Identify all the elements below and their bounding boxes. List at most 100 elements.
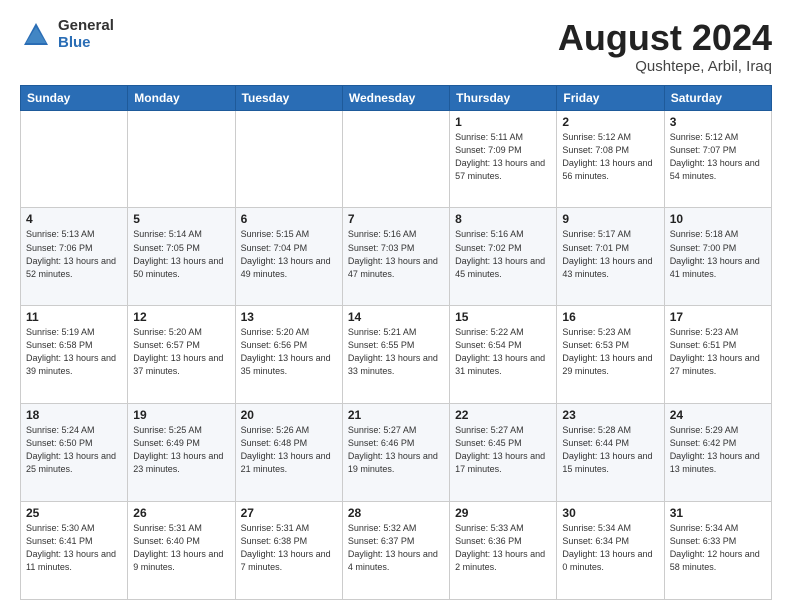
day-number: 2 <box>562 115 658 129</box>
day-cell-25: 25 Sunrise: 5:30 AM Sunset: 6:41 PM Dayli… <box>21 502 128 600</box>
day-content: Sunrise: 5:19 AM Sunset: 6:58 PM Dayligh… <box>26 326 122 378</box>
day-number: 13 <box>241 310 337 324</box>
day-number: 7 <box>348 212 444 226</box>
day-cell-27: 27 Sunrise: 5:31 AM Sunset: 6:38 PM Dayli… <box>235 502 342 600</box>
day-content: Sunrise: 5:23 AM Sunset: 6:53 PM Dayligh… <box>562 326 658 378</box>
day-content: Sunrise: 5:28 AM Sunset: 6:44 PM Dayligh… <box>562 424 658 476</box>
day-content: Sunrise: 5:14 AM Sunset: 7:05 PM Dayligh… <box>133 228 229 280</box>
day-content: Sunrise: 5:11 AM Sunset: 7:09 PM Dayligh… <box>455 131 551 183</box>
day-number: 15 <box>455 310 551 324</box>
header-cell-monday: Monday <box>128 85 235 110</box>
day-cell-empty <box>128 110 235 208</box>
day-number: 29 <box>455 506 551 520</box>
header-cell-thursday: Thursday <box>450 85 557 110</box>
header: General Blue August 2024 Qushtepe, Arbil… <box>20 18 772 75</box>
day-number: 30 <box>562 506 658 520</box>
day-number: 27 <box>241 506 337 520</box>
day-content: Sunrise: 5:20 AM Sunset: 6:56 PM Dayligh… <box>241 326 337 378</box>
day-content: Sunrise: 5:12 AM Sunset: 7:08 PM Dayligh… <box>562 131 658 183</box>
day-number: 11 <box>26 310 122 324</box>
day-content: Sunrise: 5:16 AM Sunset: 7:02 PM Dayligh… <box>455 228 551 280</box>
day-cell-17: 17 Sunrise: 5:23 AM Sunset: 6:51 PM Dayli… <box>664 306 771 404</box>
day-cell-24: 24Sunrise: 5:29 AM Sunset: 6:42 PM Dayli… <box>664 404 771 502</box>
day-number: 14 <box>348 310 444 324</box>
header-cell-wednesday: Wednesday <box>342 85 449 110</box>
day-content: Sunrise: 5:30 AM Sunset: 6:41 PM Dayligh… <box>26 522 122 574</box>
day-cell-5: 5 Sunrise: 5:14 AM Sunset: 7:05 PM Daylig… <box>128 208 235 306</box>
day-number: 4 <box>26 212 122 226</box>
day-cell-23: 23 Sunrise: 5:28 AM Sunset: 6:44 PM Dayli… <box>557 404 664 502</box>
day-cell-28: 28Sunrise: 5:32 AM Sunset: 6:37 PM Dayli… <box>342 502 449 600</box>
day-number: 21 <box>348 408 444 422</box>
day-content: Sunrise: 5:24 AM Sunset: 6:50 PM Dayligh… <box>26 424 122 476</box>
header-row: SundayMondayTuesdayWednesdayThursdayFrid… <box>21 85 772 110</box>
day-cell-22: 22 Sunrise: 5:27 AM Sunset: 6:45 PM Dayli… <box>450 404 557 502</box>
day-cell-30: 30 Sunrise: 5:34 AM Sunset: 6:34 PM Dayli… <box>557 502 664 600</box>
day-content: Sunrise: 5:26 AM Sunset: 6:48 PM Dayligh… <box>241 424 337 476</box>
day-content: Sunrise: 5:16 AM Sunset: 7:03 PM Dayligh… <box>348 228 444 280</box>
page: General Blue August 2024 Qushtepe, Arbil… <box>0 0 792 612</box>
week-row-2: 11 Sunrise: 5:19 AM Sunset: 6:58 PM Dayli… <box>21 306 772 404</box>
day-number: 24 <box>670 408 766 422</box>
day-content: Sunrise: 5:31 AM Sunset: 6:40 PM Dayligh… <box>133 522 229 574</box>
day-content: Sunrise: 5:34 AM Sunset: 6:33 PM Dayligh… <box>670 522 766 574</box>
logo: General Blue <box>20 18 114 51</box>
day-number: 18 <box>26 408 122 422</box>
day-content: Sunrise: 5:18 AM Sunset: 7:00 PM Dayligh… <box>670 228 766 280</box>
day-cell-21: 21Sunrise: 5:27 AM Sunset: 6:46 PM Dayli… <box>342 404 449 502</box>
week-row-1: 4Sunrise: 5:13 AM Sunset: 7:06 PM Daylig… <box>21 208 772 306</box>
day-cell-empty <box>235 110 342 208</box>
day-content: Sunrise: 5:33 AM Sunset: 6:36 PM Dayligh… <box>455 522 551 574</box>
day-number: 20 <box>241 408 337 422</box>
day-cell-26: 26 Sunrise: 5:31 AM Sunset: 6:40 PM Dayli… <box>128 502 235 600</box>
day-cell-13: 13 Sunrise: 5:20 AM Sunset: 6:56 PM Dayli… <box>235 306 342 404</box>
day-cell-8: 8 Sunrise: 5:16 AM Sunset: 7:02 PM Daylig… <box>450 208 557 306</box>
day-cell-29: 29 Sunrise: 5:33 AM Sunset: 6:36 PM Dayli… <box>450 502 557 600</box>
day-number: 3 <box>670 115 766 129</box>
day-number: 28 <box>348 506 444 520</box>
day-number: 23 <box>562 408 658 422</box>
day-number: 6 <box>241 212 337 226</box>
day-content: Sunrise: 5:31 AM Sunset: 6:38 PM Dayligh… <box>241 522 337 574</box>
day-cell-6: 6 Sunrise: 5:15 AM Sunset: 7:04 PM Daylig… <box>235 208 342 306</box>
day-number: 16 <box>562 310 658 324</box>
day-number: 25 <box>26 506 122 520</box>
day-number: 10 <box>670 212 766 226</box>
day-content: Sunrise: 5:15 AM Sunset: 7:04 PM Dayligh… <box>241 228 337 280</box>
day-number: 17 <box>670 310 766 324</box>
title-location: Qushtepe, Arbil, Iraq <box>558 58 772 75</box>
day-number: 19 <box>133 408 229 422</box>
calendar-body: 1Sunrise: 5:11 AM Sunset: 7:09 PM Daylig… <box>21 110 772 599</box>
day-cell-18: 18 Sunrise: 5:24 AM Sunset: 6:50 PM Dayli… <box>21 404 128 502</box>
day-cell-12: 12Sunrise: 5:20 AM Sunset: 6:57 PM Dayli… <box>128 306 235 404</box>
day-content: Sunrise: 5:34 AM Sunset: 6:34 PM Dayligh… <box>562 522 658 574</box>
day-number: 5 <box>133 212 229 226</box>
day-content: Sunrise: 5:27 AM Sunset: 6:45 PM Dayligh… <box>455 424 551 476</box>
day-cell-2: 2 Sunrise: 5:12 AM Sunset: 7:08 PM Daylig… <box>557 110 664 208</box>
calendar-table: SundayMondayTuesdayWednesdayThursdayFrid… <box>20 85 772 600</box>
day-content: Sunrise: 5:25 AM Sunset: 6:49 PM Dayligh… <box>133 424 229 476</box>
day-content: Sunrise: 5:23 AM Sunset: 6:51 PM Dayligh… <box>670 326 766 378</box>
day-content: Sunrise: 5:17 AM Sunset: 7:01 PM Dayligh… <box>562 228 658 280</box>
logo-text: General Blue <box>58 18 114 51</box>
header-cell-sunday: Sunday <box>21 85 128 110</box>
day-cell-empty <box>342 110 449 208</box>
day-cell-11: 11 Sunrise: 5:19 AM Sunset: 6:58 PM Dayli… <box>21 306 128 404</box>
week-row-0: 1Sunrise: 5:11 AM Sunset: 7:09 PM Daylig… <box>21 110 772 208</box>
day-cell-10: 10 Sunrise: 5:18 AM Sunset: 7:00 PM Dayli… <box>664 208 771 306</box>
day-content: Sunrise: 5:12 AM Sunset: 7:07 PM Dayligh… <box>670 131 766 183</box>
header-cell-tuesday: Tuesday <box>235 85 342 110</box>
logo-general-text: General <box>58 18 114 35</box>
day-number: 26 <box>133 506 229 520</box>
day-content: Sunrise: 5:22 AM Sunset: 6:54 PM Dayligh… <box>455 326 551 378</box>
day-number: 8 <box>455 212 551 226</box>
day-number: 31 <box>670 506 766 520</box>
header-cell-saturday: Saturday <box>664 85 771 110</box>
day-cell-16: 16 Sunrise: 5:23 AM Sunset: 6:53 PM Dayli… <box>557 306 664 404</box>
day-cell-9: 9 Sunrise: 5:17 AM Sunset: 7:01 PM Daylig… <box>557 208 664 306</box>
day-cell-3: 3 Sunrise: 5:12 AM Sunset: 7:07 PM Daylig… <box>664 110 771 208</box>
day-cell-31: 31 Sunrise: 5:34 AM Sunset: 6:33 PM Dayli… <box>664 502 771 600</box>
header-cell-friday: Friday <box>557 85 664 110</box>
day-number: 22 <box>455 408 551 422</box>
day-number: 9 <box>562 212 658 226</box>
